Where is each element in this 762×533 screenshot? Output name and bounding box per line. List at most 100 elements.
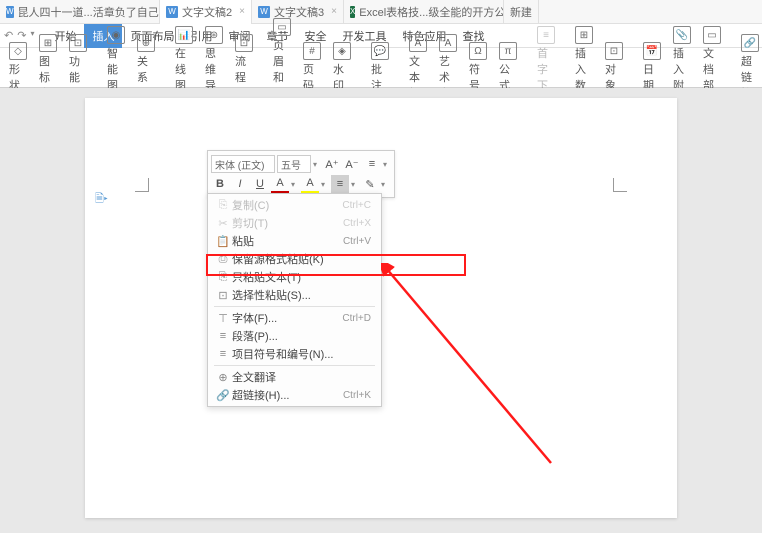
tab-label: 昆人四十一道...活章负了自己 [18, 4, 159, 20]
关系图-icon: ⊕ [137, 34, 155, 52]
ctx-icon: ≡ [214, 330, 232, 342]
ctx-全文翻译[interactable]: ⊕全文翻译 [208, 368, 381, 386]
ribbon-toolbar: ◇形状⊞图标库⊡功能图◉智能图形⊕关系图📊在线图表⊛思维导图⊡流程图▭页眉和页脚… [0, 48, 762, 88]
document-tab[interactable]: W昆人四十一道...活章负了自己× [0, 0, 160, 24]
menu-separator [214, 365, 375, 366]
close-icon[interactable]: × [239, 6, 245, 17]
bold-button[interactable]: B [211, 175, 229, 193]
ctx-label: 只粘贴文本(T) [232, 269, 371, 285]
ribbon-页码[interactable]: #页码 [298, 40, 326, 95]
批注-icon: 💬 [371, 42, 389, 60]
插入附件-icon: 📎 [673, 26, 691, 44]
font-family-select[interactable]: 宋体 (正文) [211, 155, 275, 173]
ctx-icon: 🔗 [214, 389, 232, 402]
智能图形-icon: ◉ [107, 26, 125, 44]
ctx-超链接(H)...[interactable]: 🔗超链接(H)...Ctrl+K [208, 386, 381, 404]
chevron-down-icon[interactable]: ▾ [313, 160, 321, 169]
shortcut: Ctrl+C [342, 200, 371, 211]
ctx-label: 粘贴 [232, 233, 343, 249]
highlight-button[interactable]: A [301, 175, 319, 193]
align-button[interactable]: ≡ [331, 175, 349, 193]
ctx-保留源格式粘贴(K)[interactable]: ⎙保留源格式粘贴(K) [208, 250, 381, 268]
format-painter-button[interactable]: ✎ [361, 175, 379, 193]
menu-separator [214, 306, 375, 307]
doc-icon: X [350, 6, 355, 18]
文档部件-icon: ▭ [703, 26, 721, 44]
ctx-项目符号和编号(N)...[interactable]: ≡项目符号和编号(N)... [208, 345, 381, 363]
shortcut: Ctrl+X [343, 218, 371, 229]
list-button[interactable]: ≡ [363, 155, 381, 173]
chevron-down-icon[interactable]: ▾ [383, 160, 391, 169]
思维导图-icon: ⊛ [205, 26, 223, 44]
ribbon-形状[interactable]: ◇形状 [4, 40, 32, 95]
ribbon-日期[interactable]: 📅日期 [638, 40, 666, 95]
font-color-button[interactable]: A [271, 175, 289, 193]
ribbon-对象[interactable]: ⊡对象 [600, 40, 628, 95]
ctx-icon: ⎘ [214, 271, 232, 284]
流程图-icon: ⊡ [235, 34, 253, 52]
chevron-down-icon[interactable]: ▾ [321, 180, 329, 189]
ribbon-批注[interactable]: 💬批注 [366, 40, 394, 95]
水印-icon: ◈ [333, 42, 351, 60]
ctx-字体(F)...[interactable]: ⊤字体(F)...Ctrl+D [208, 309, 381, 327]
chevron-down-icon[interactable]: ▾ [351, 180, 359, 189]
document-tab[interactable]: 新建 [504, 0, 539, 24]
符号-icon: Ω [469, 42, 487, 60]
shortcut: Ctrl+V [343, 236, 371, 247]
mini-toolbar: 宋体 (正文) 五号 ▾ A⁺ A⁻ ≡ ▾ B I U A ▾ A ▾ ≡ ▾… [207, 150, 395, 198]
功能图-icon: ⊡ [69, 34, 87, 52]
ctx-label: 字体(F)... [232, 310, 342, 326]
页码-icon: # [303, 42, 321, 60]
公式-icon: π [499, 42, 517, 60]
在线图表-icon: 📊 [175, 26, 193, 44]
shortcut: Ctrl+K [343, 390, 371, 401]
decrease-font-button[interactable]: A⁻ [343, 155, 361, 173]
页眉和页脚-icon: ▭ [273, 18, 291, 36]
italic-button[interactable]: I [231, 175, 249, 193]
underline-button[interactable]: U [251, 175, 269, 193]
ctx-label: 保留源格式粘贴(K) [232, 251, 371, 267]
超链接-icon: 🔗 [741, 34, 759, 52]
ctx-只粘贴文本(T)[interactable]: ⎘只粘贴文本(T) [208, 268, 381, 286]
tab-label: 新建 [510, 4, 532, 20]
插入数字-icon: ⊞ [575, 26, 593, 44]
艺术字-icon: A [439, 34, 457, 52]
ctx-icon: ⊡ [214, 289, 232, 302]
ribbon-水印[interactable]: ◈水印 [328, 40, 356, 95]
document-page[interactable]: 🗎▸ 宋体 (正文) 五号 ▾ A⁺ A⁻ ≡ ▾ B I U A ▾ A ▾ … [85, 98, 677, 518]
arrow-annotation [381, 263, 581, 493]
首字下沉-icon: ≡ [537, 26, 555, 44]
图标库-icon: ⊞ [39, 34, 57, 52]
ctx-粘贴[interactable]: 📋粘贴Ctrl+V [208, 232, 381, 250]
ctx-label: 选择性粘贴(S)... [232, 287, 371, 303]
ctx-选择性粘贴(S)...[interactable]: ⊡选择性粘贴(S)... [208, 286, 381, 304]
shortcut: Ctrl+D [342, 313, 371, 324]
ctx-label: 超链接(H)... [232, 387, 343, 403]
ribbon-符号[interactable]: Ω符号 [464, 40, 492, 95]
形状-icon: ◇ [9, 42, 27, 60]
对象-icon: ⊡ [605, 42, 623, 60]
ctx-label: 剪切(T) [232, 215, 343, 231]
ctx-icon: ⎙ [214, 253, 232, 266]
document-tab[interactable]: XExcel表格技...级全能的开方公式× [344, 0, 504, 24]
chevron-down-icon[interactable]: ▾ [381, 180, 389, 189]
context-menu: ⎘复制(C)Ctrl+C✂剪切(T)Ctrl+X📋粘贴Ctrl+V⎙保留源格式粘… [207, 193, 382, 407]
document-tabs: W昆人四十一道...活章负了自己×W文字文稿2×W文字文稿3×XExcel表格技… [0, 0, 762, 24]
document-tab[interactable]: W文字文稿3× [252, 0, 344, 24]
ctx-段落(P)...[interactable]: ≡段落(P)... [208, 327, 381, 345]
document-tab[interactable]: W文字文稿2× [160, 0, 252, 24]
ctx-icon: ⊤ [214, 312, 232, 325]
ctx-icon: ≡ [214, 348, 232, 360]
workspace: 🗎▸ 宋体 (正文) 五号 ▾ A⁺ A⁻ ≡ ▾ B I U A ▾ A ▾ … [0, 88, 762, 533]
close-icon[interactable]: × [331, 6, 337, 17]
increase-font-button[interactable]: A⁺ [323, 155, 341, 173]
日期-icon: 📅 [643, 42, 661, 60]
doc-icon: W [6, 6, 14, 18]
ctx-剪切(T): ✂剪切(T)Ctrl+X [208, 214, 381, 232]
chevron-down-icon[interactable]: ▾ [291, 180, 299, 189]
font-size-select[interactable]: 五号 [277, 155, 311, 173]
ctx-icon: 📋 [214, 235, 232, 248]
文本框-icon: A [409, 34, 427, 52]
margin-corner-tr [613, 178, 627, 192]
ribbon-公式[interactable]: π公式 [494, 40, 522, 95]
